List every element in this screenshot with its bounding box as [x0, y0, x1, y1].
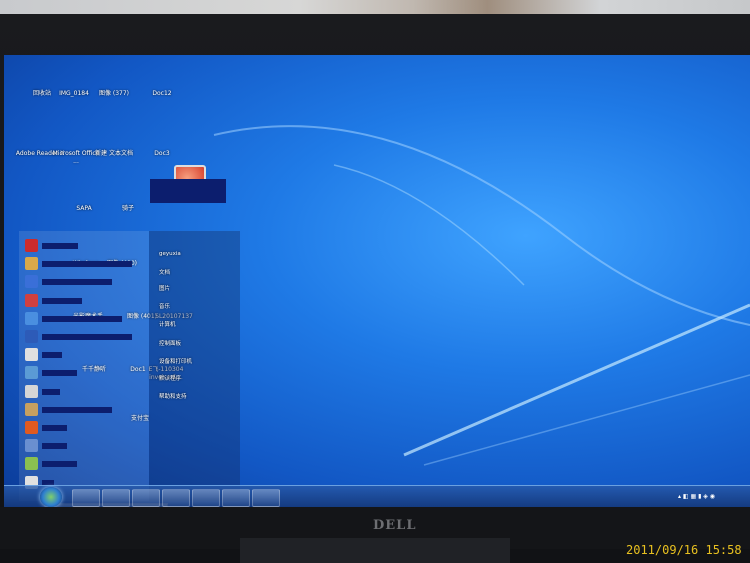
desktop-icon[interactable]: Doc3 — [136, 150, 188, 158]
program-name-redacted — [42, 279, 112, 286]
start-menu-program[interactable] — [25, 330, 145, 344]
start-menu-program[interactable] — [25, 257, 145, 271]
start-menu-user-link[interactable]: geyuxia — [159, 251, 181, 257]
program-icon — [25, 311, 38, 325]
taskbar: ▴ ◧ ▦ ▮ ◈ ◉ — [4, 485, 750, 507]
desktop-icon[interactable]: SAPA — [64, 205, 104, 213]
start-menu-program[interactable] — [25, 348, 145, 362]
start-menu[interactable]: geyuxia文档图片音乐计算机控制面板设备和打印机默认程序帮助和支持 ▸ ⌕ … — [19, 165, 240, 507]
program-name-redacted — [42, 315, 122, 322]
desktop-icon-label: Doc12 — [152, 90, 172, 97]
program-icon — [25, 384, 38, 398]
desktop-icon-label: IMG_0184 — [59, 90, 89, 97]
program-icon — [25, 239, 38, 252]
desktop-icon-label: 新建 文本文档 — [95, 150, 133, 157]
program-name-redacted — [42, 334, 132, 340]
screen: 回收站 IMG_0184 图像 (377) Doc12 Adobe Reader X Mi… — [4, 55, 750, 507]
monitor-stand — [240, 538, 510, 563]
program-name-redacted — [42, 370, 77, 377]
start-menu-place[interactable]: 设备和打印机 — [159, 357, 192, 365]
program-icon — [25, 402, 38, 416]
program-icon — [25, 457, 38, 471]
program-name-redacted — [42, 261, 132, 268]
app-s-icon[interactable] — [252, 489, 280, 507]
start-menu-place[interactable]: 音乐 — [159, 302, 170, 310]
start-menu-place[interactable]: 计算机 — [159, 320, 176, 328]
start-menu-program[interactable] — [25, 421, 145, 435]
program-icon — [25, 275, 38, 289]
desktop-icon[interactable]: 新建 文本文档 — [88, 150, 140, 158]
folder-icon[interactable] — [222, 489, 250, 507]
start-menu-place[interactable]: 控制面板 — [159, 339, 181, 347]
program-icon — [25, 293, 38, 307]
start-menu-place[interactable]: 默认程序 — [159, 374, 181, 382]
desktop-icon[interactable]: 图像 (377) — [88, 90, 140, 98]
program-icon — [25, 348, 38, 362]
start-menu-program[interactable] — [25, 239, 145, 253]
network-icon[interactable] — [162, 489, 190, 507]
program-name-redacted — [42, 297, 82, 304]
start-menu-program[interactable] — [25, 439, 145, 453]
desktop-icon[interactable]: Doc12 — [136, 90, 188, 98]
monitor-logo: DELL — [373, 518, 417, 533]
keyboard-icon[interactable] — [192, 489, 220, 507]
start-menu-program[interactable] — [25, 402, 145, 417]
desktop-icon[interactable]: 骑子 — [108, 205, 148, 213]
start-menu-program[interactable] — [25, 311, 145, 326]
program-name-redacted — [42, 443, 67, 450]
program-name-redacted — [42, 425, 67, 431]
program-name-redacted — [42, 406, 112, 413]
photo-timestamp: 2011/09/16 15:58 — [626, 543, 742, 557]
user-name-row — [150, 179, 226, 203]
start-menu-program[interactable] — [25, 293, 145, 308]
desktop-icon-label: 图像 (377) — [98, 90, 130, 97]
tray-icons: ▴ ◧ ▦ ▮ ◈ ◉ — [678, 493, 716, 500]
start-menu-program[interactable] — [25, 384, 145, 399]
start-menu-program[interactable] — [25, 366, 145, 380]
start-menu-place[interactable]: 文档 — [159, 268, 170, 276]
system-tray[interactable]: ▴ ◧ ▦ ▮ ◈ ◉ — [678, 491, 746, 503]
program-name-redacted — [42, 461, 77, 468]
ie-icon[interactable] — [72, 489, 100, 507]
program-icon — [25, 421, 38, 434]
program-name-redacted — [42, 352, 62, 359]
explorer-icon[interactable] — [102, 489, 130, 507]
program-icon — [25, 257, 38, 271]
start-orb[interactable] — [40, 487, 62, 507]
start-menu-place[interactable]: 图片 — [159, 284, 170, 292]
start-menu-place[interactable]: 帮助和支持 — [159, 392, 187, 400]
media-player-icon[interactable] — [132, 489, 160, 507]
program-icon — [25, 439, 38, 453]
program-name-redacted — [42, 388, 60, 395]
program-icon — [25, 330, 38, 343]
desktop-icon-label: SAPA — [76, 205, 92, 212]
desktop-icon-label: Doc3 — [154, 150, 170, 157]
start-menu-program[interactable] — [25, 457, 145, 471]
program-icon — [25, 366, 38, 380]
program-name-redacted — [42, 243, 78, 249]
desktop-icon-label: 骑子 — [121, 205, 134, 212]
start-menu-program[interactable] — [25, 275, 145, 289]
